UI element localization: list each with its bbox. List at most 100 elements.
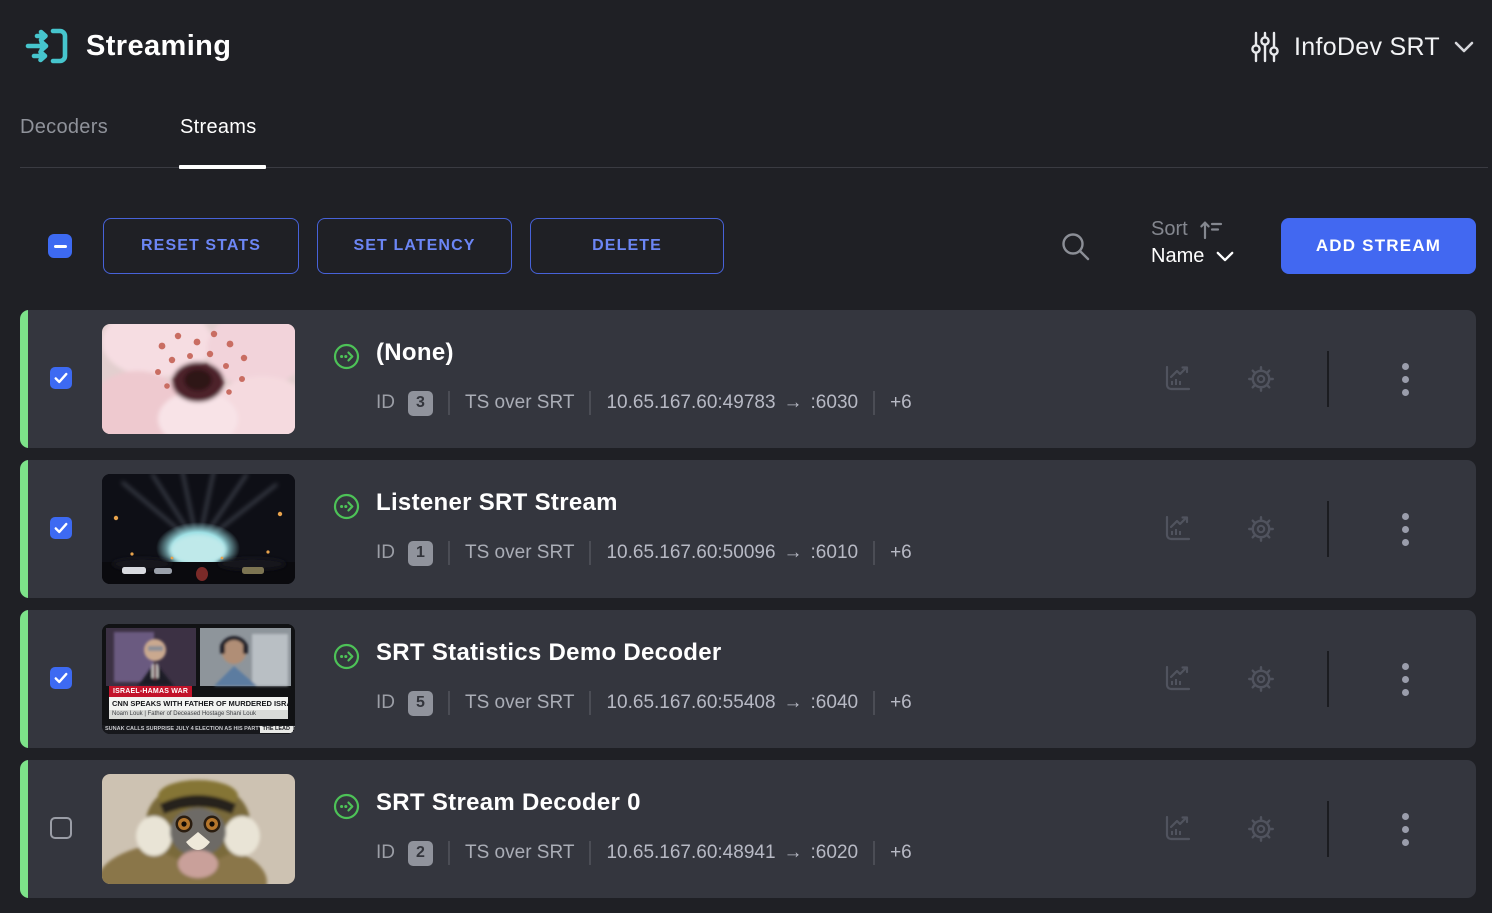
settings-button[interactable] xyxy=(1242,660,1280,698)
row-checkbox[interactable] xyxy=(50,367,72,389)
indeterminate-minus-icon xyxy=(54,245,67,248)
actions-divider xyxy=(1327,351,1329,407)
cnn-headline: CNN SPEAKS WITH FATHER OF MURDERED ISRAE… xyxy=(109,697,288,710)
stream-meta: ID 1 TS over SRT 10.65.167.60:50096 → :6… xyxy=(376,538,912,568)
stream-name: (None) xyxy=(376,339,454,367)
sort-value: Name xyxy=(1151,245,1204,268)
statistics-button[interactable] xyxy=(1158,360,1196,398)
more-options-button[interactable] xyxy=(1386,360,1424,398)
meta-separator xyxy=(873,691,875,715)
row-checkbox[interactable] xyxy=(50,817,72,839)
delete-button[interactable]: DELETE xyxy=(530,218,724,274)
gear-icon xyxy=(1242,810,1280,848)
row-checkbox[interactable] xyxy=(50,517,72,539)
select-all-checkbox[interactable] xyxy=(48,234,72,258)
chart-icon xyxy=(1158,810,1196,848)
cnn-ticker-badge: THE LEAD xyxy=(260,726,294,733)
reset-stats-button[interactable]: RESET STATS xyxy=(103,218,299,274)
id-label: ID xyxy=(376,542,395,564)
stream-meta: ID 2 TS over SRT 10.65.167.60:48941 → :6… xyxy=(376,838,912,868)
profile-selector[interactable]: InfoDev SRT xyxy=(1250,30,1474,64)
stream-status-strip xyxy=(20,610,28,748)
check-icon xyxy=(54,672,68,684)
actions-divider xyxy=(1327,801,1329,857)
address-source: 10.65.167.60:49783 xyxy=(606,392,775,414)
add-stream-button[interactable]: ADD STREAM xyxy=(1281,218,1476,274)
gear-icon xyxy=(1242,510,1280,548)
stream-row[interactable]: (None) ID 3 TS over SRT 10.65.167.60:497… xyxy=(20,310,1476,448)
meta-separator xyxy=(873,841,875,865)
chart-icon xyxy=(1158,660,1196,698)
meta-separator xyxy=(589,541,591,565)
stream-row[interactable]: Listener SRT Stream ID 1 TS over SRT 10.… xyxy=(20,460,1476,598)
stream-meta: ID 5 TS over SRT 10.65.167.60:55408 → :6… xyxy=(376,688,912,718)
meta-separator xyxy=(589,841,591,865)
stream-row[interactable]: ISRAEL-HAMAS WAR CNN SPEAKS WITH FATHER … xyxy=(20,610,1476,748)
stream-thumbnail-cherry-blossom xyxy=(102,324,295,434)
stream-thumbnail-cnn-news: ISRAEL-HAMAS WAR CNN SPEAKS WITH FATHER … xyxy=(102,624,295,734)
row-checkbox[interactable] xyxy=(50,667,72,689)
protocol-label: TS over SRT xyxy=(465,392,574,414)
settings-button[interactable] xyxy=(1242,810,1280,848)
cnn-ticker: SUNAK CALLS SURPRISE JULY 4 ELECTION AS … xyxy=(102,725,295,734)
address-dest: :6010 xyxy=(811,542,859,564)
stream-active-icon xyxy=(333,793,360,820)
address-dest: :6020 xyxy=(811,842,859,864)
id-label: ID xyxy=(376,692,395,714)
stream-status-strip xyxy=(20,310,28,448)
id-label: ID xyxy=(376,842,395,864)
address-source: 10.65.167.60:50096 xyxy=(606,542,775,564)
actions-divider xyxy=(1327,651,1329,707)
check-icon xyxy=(54,372,68,384)
stream-active-icon xyxy=(333,343,360,370)
protocol-label: TS over SRT xyxy=(465,842,574,864)
more-options-button[interactable] xyxy=(1386,510,1424,548)
active-tab-indicator xyxy=(179,165,266,169)
chevron-down-icon xyxy=(1454,41,1474,53)
address-dest: :6030 xyxy=(811,392,859,414)
stream-name: Listener SRT Stream xyxy=(376,489,618,517)
meta-separator xyxy=(873,541,875,565)
meta-separator xyxy=(448,691,450,715)
more-options-button[interactable] xyxy=(1386,810,1424,848)
search-button[interactable] xyxy=(1058,229,1094,265)
more-options-button[interactable] xyxy=(1386,660,1424,698)
sort-order-icon xyxy=(1198,219,1224,241)
settings-button[interactable] xyxy=(1242,510,1280,548)
settings-button[interactable] xyxy=(1242,360,1280,398)
app-logo-icon xyxy=(24,22,72,70)
tab-streams[interactable]: Streams xyxy=(180,116,257,139)
statistics-button[interactable] xyxy=(1158,660,1196,698)
statistics-button[interactable] xyxy=(1158,510,1196,548)
sort-control[interactable]: Sort Name xyxy=(1151,218,1261,274)
stream-meta: ID 3 TS over SRT 10.65.167.60:49783 → :6… xyxy=(376,388,912,418)
meta-separator xyxy=(873,391,875,415)
stream-name: SRT Stream Decoder 0 xyxy=(376,789,641,817)
stream-row[interactable]: SRT Stream Decoder 0 ID 2 TS over SRT 10… xyxy=(20,760,1476,898)
extra-endpoints-badge: +6 xyxy=(890,392,912,414)
kebab-menu-icon xyxy=(1402,363,1409,370)
gear-icon xyxy=(1242,360,1280,398)
cnn-subline: Noam Louk | Father of Deceased Hostage S… xyxy=(109,710,288,719)
statistics-button[interactable] xyxy=(1158,810,1196,848)
stream-address: 10.65.167.60:55408 → :6040 xyxy=(606,692,858,714)
id-badge: 1 xyxy=(408,541,433,566)
meta-separator xyxy=(448,541,450,565)
stream-address: 10.65.167.60:49783 → :6030 xyxy=(606,392,858,414)
cnn-banner: ISRAEL-HAMAS WAR xyxy=(109,686,192,697)
sliders-icon xyxy=(1250,30,1280,64)
arrow-right-icon: → xyxy=(784,392,803,414)
stream-name: SRT Statistics Demo Decoder xyxy=(376,639,722,667)
profile-label: InfoDev SRT xyxy=(1294,33,1440,62)
meta-separator xyxy=(448,391,450,415)
stream-address: 10.65.167.60:48941 → :6020 xyxy=(606,842,858,864)
extra-endpoints-badge: +6 xyxy=(890,542,912,564)
gear-icon xyxy=(1242,660,1280,698)
address-source: 10.65.167.60:48941 xyxy=(606,842,775,864)
kebab-menu-icon xyxy=(1402,513,1409,520)
extra-endpoints-badge: +6 xyxy=(890,692,912,714)
protocol-label: TS over SRT xyxy=(465,692,574,714)
chart-icon xyxy=(1158,510,1196,548)
set-latency-button[interactable]: SET LATENCY xyxy=(317,218,512,274)
tab-decoders[interactable]: Decoders xyxy=(20,116,108,139)
